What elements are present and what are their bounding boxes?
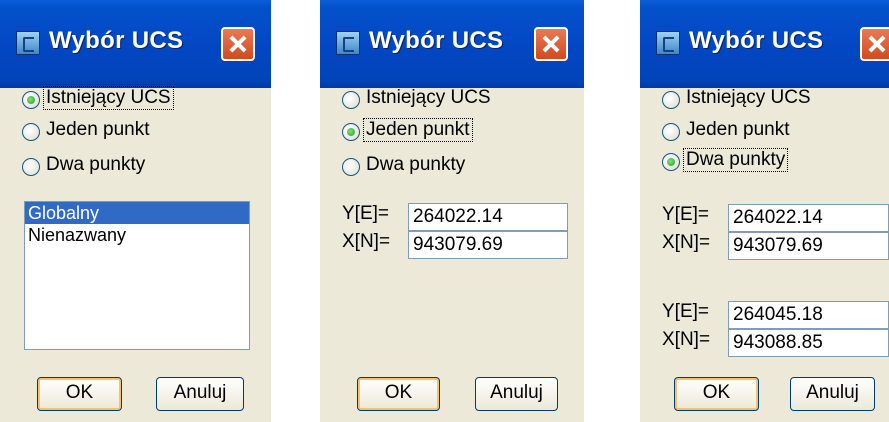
y-coordinate-field[interactable]: 264045.18 (728, 301, 889, 329)
title-bar[interactable]: Wybór UCS (0, 0, 271, 88)
y-coordinate-field[interactable]: 264022.14 (728, 204, 889, 232)
ok-button[interactable]: OK (674, 377, 759, 411)
x-coordinate-field[interactable]: 943088.85 (728, 329, 889, 357)
radio-label: Dwa punkty (46, 154, 146, 175)
y-label: Y[E]= (662, 301, 709, 322)
x-coordinate-field[interactable]: 943079.69 (408, 231, 568, 259)
radio-label: Jeden punkt (686, 119, 790, 140)
dialog-existing-ucs: Wybór UCS Istniejący UCS Jeden punkt Dwa… (0, 0, 271, 422)
radio-icon[interactable] (22, 91, 40, 109)
list-item[interactable]: Globalny (25, 202, 249, 224)
ok-button[interactable]: OK (37, 377, 122, 411)
radio-label: Istniejący UCS (43, 86, 174, 110)
radio-label: Jeden punkt (363, 118, 473, 142)
radio-label: Dwa punkty (682, 148, 789, 172)
close-icon[interactable] (534, 27, 568, 61)
dialog-two-points: Wybór UCS Istniejący UCS Jeden punkt Dwa… (640, 0, 889, 422)
radio-icon[interactable] (662, 153, 680, 171)
title-bar[interactable]: Wybór UCS (640, 0, 889, 88)
ucs-listbox[interactable]: Globalny Nienazwany (24, 201, 250, 350)
x-label: X[N]= (662, 329, 711, 350)
list-item[interactable]: Nienazwany (25, 224, 249, 246)
app-icon (336, 31, 360, 55)
x-label: X[N]= (662, 232, 711, 253)
y-label: Y[E]= (342, 203, 389, 224)
radio-icon[interactable] (662, 123, 680, 141)
radio-label: Jeden punkt (46, 119, 150, 140)
cancel-button[interactable]: Anuluj (156, 377, 244, 411)
app-icon (16, 31, 40, 55)
close-icon[interactable] (860, 27, 889, 61)
cancel-button[interactable]: Anuluj (790, 377, 875, 411)
radio-label: Dwa punkty (366, 154, 466, 175)
ok-button[interactable]: OK (357, 377, 440, 411)
cancel-button[interactable]: Anuluj (475, 377, 558, 411)
radio-icon[interactable] (342, 158, 360, 176)
x-label: X[N]= (342, 231, 391, 252)
y-label: Y[E]= (662, 204, 709, 225)
y-coordinate-field[interactable]: 264022.14 (408, 203, 568, 231)
title-bar[interactable]: Wybór UCS (320, 0, 584, 88)
app-icon (656, 31, 680, 55)
x-coordinate-field[interactable]: 943079.69 (728, 232, 889, 260)
radio-icon[interactable] (342, 123, 360, 141)
dialog-one-point: Wybór UCS Istniejący UCS Jeden punkt Dwa… (320, 0, 584, 422)
dialog-title: Wybór UCS (369, 27, 504, 54)
dialog-title: Wybór UCS (689, 27, 824, 54)
radio-icon[interactable] (22, 158, 40, 176)
radio-label: Istniejący UCS (366, 87, 491, 108)
dialog-title: Wybór UCS (49, 27, 184, 54)
radio-icon[interactable] (662, 91, 680, 109)
radio-icon[interactable] (22, 123, 40, 141)
radio-label: Istniejący UCS (686, 87, 811, 108)
close-icon[interactable] (221, 27, 255, 61)
radio-icon[interactable] (342, 91, 360, 109)
